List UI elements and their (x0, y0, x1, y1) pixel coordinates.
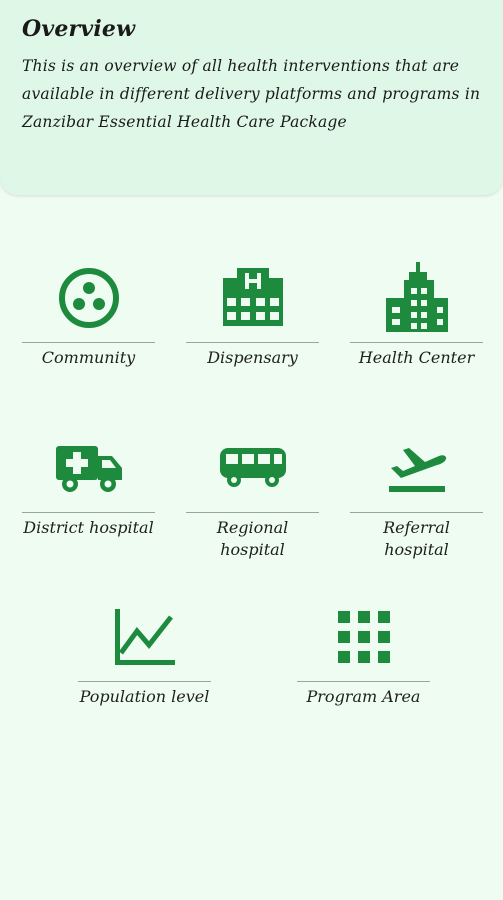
divider (186, 512, 319, 513)
flight-takeoff-icon (350, 428, 483, 508)
hospital-building-icon (186, 258, 319, 338)
divider (186, 342, 319, 343)
overview-title: Overview (22, 16, 136, 42)
tile-program-area[interactable]: Program Area (297, 597, 430, 708)
divider (350, 512, 483, 513)
tile-label: Population level (79, 687, 210, 706)
tile-label: Regional hospital (216, 518, 289, 559)
divider (78, 681, 211, 682)
tile-label: Referral hospital (383, 518, 450, 559)
ambulance-icon (22, 428, 155, 508)
overview-card: Overview This is an overview of all heal… (0, 0, 503, 195)
community-icon (22, 258, 155, 338)
tile-dispensary[interactable]: Dispensary (186, 258, 319, 369)
line-chart-icon (78, 597, 211, 677)
divider (297, 681, 430, 682)
divider (22, 342, 155, 343)
tile-regional-hospital[interactable]: Regional hospital (186, 428, 319, 561)
tile-label: Community (41, 348, 136, 367)
tile-community[interactable]: Community (22, 258, 155, 369)
city-building-icon (350, 258, 483, 338)
tile-population-level[interactable]: Population level (78, 597, 211, 708)
overview-description: This is an overview of all health interv… (22, 57, 481, 131)
tile-district-hospital[interactable]: District hospital (22, 428, 155, 539)
tile-referral-hospital[interactable]: Referral hospital (350, 428, 483, 561)
divider (350, 342, 483, 343)
tile-label: Health Center (358, 348, 475, 367)
tile-label: Program Area (306, 687, 421, 706)
tile-label: District hospital (23, 518, 154, 537)
bus-icon (186, 428, 319, 508)
tile-label: Dispensary (207, 348, 298, 367)
tile-health-center[interactable]: Health Center (350, 258, 483, 369)
divider (22, 512, 155, 513)
grid-icon (297, 597, 430, 677)
